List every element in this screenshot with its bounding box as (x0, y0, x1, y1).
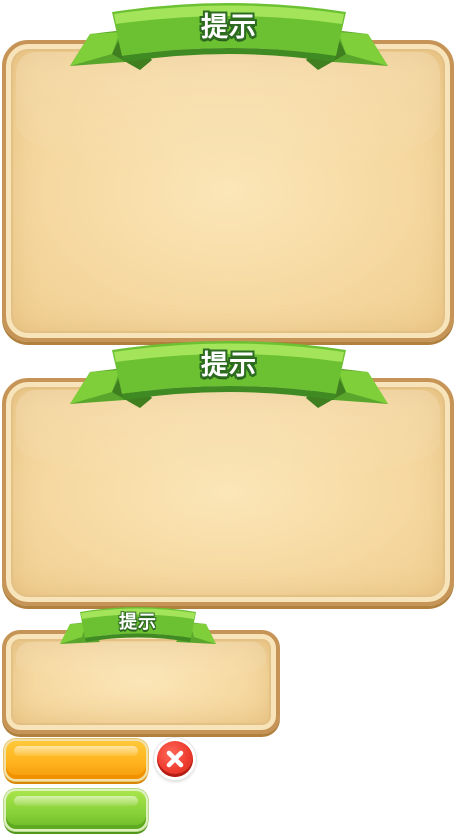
dialog-title: 提示 (201, 350, 257, 381)
title-ribbon-small: 提示 (58, 604, 218, 654)
title-ribbon: 提示 (68, 338, 390, 418)
dialog-title: 提示 (201, 12, 257, 43)
orange-button[interactable] (4, 739, 148, 781)
close-button[interactable] (154, 738, 196, 780)
close-button-face (157, 741, 193, 777)
dialog-panel-large (2, 40, 454, 342)
dialog-title: 提示 (119, 612, 157, 633)
green-button[interactable] (4, 789, 148, 831)
title-ribbon: 提示 (68, 0, 390, 80)
close-icon (166, 750, 184, 768)
